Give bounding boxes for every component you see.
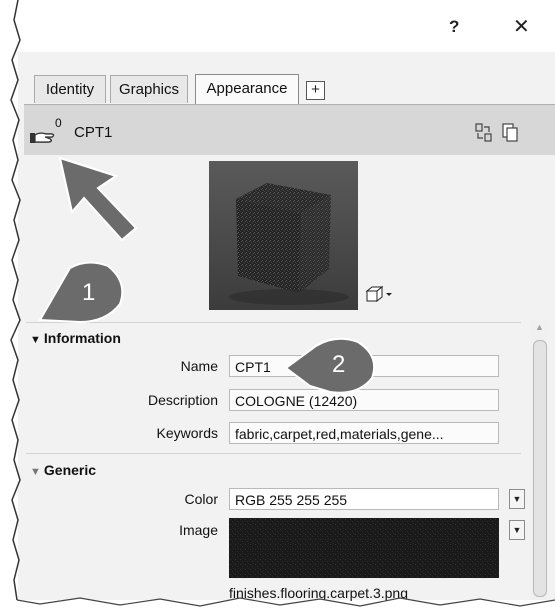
- material-preview-thumbnail: [209, 161, 358, 310]
- tab-graphics[interactable]: Graphics: [110, 75, 188, 103]
- tab-appearance[interactable]: Appearance: [195, 74, 299, 104]
- replace-asset-icon[interactable]: [475, 123, 492, 142]
- section-divider: [26, 453, 521, 454]
- title-bar: [18, 0, 555, 52]
- help-button[interactable]: ?: [449, 17, 459, 37]
- asset-name: CPT1: [74, 124, 113, 141]
- preview-options-cube-icon[interactable]: [364, 284, 394, 304]
- information-title: Information: [43, 330, 121, 346]
- image-dropdown-button[interactable]: ▼: [509, 520, 525, 540]
- image-label: Image: [179, 522, 218, 538]
- name-field[interactable]: CPT1: [229, 355, 499, 377]
- callout-number-1: 1: [82, 279, 96, 306]
- duplicate-asset-icon[interactable]: [502, 123, 519, 142]
- add-tab-button[interactable]: +: [306, 81, 325, 100]
- close-button[interactable]: ✕: [513, 14, 530, 39]
- hand-icon: [30, 132, 55, 143]
- color-label: Color: [184, 491, 218, 507]
- description-field[interactable]: COLOGNE (12420): [229, 389, 499, 411]
- keywords-field[interactable]: fabric,carpet,red,materials,gene...: [229, 422, 499, 444]
- tab-identity[interactable]: Identity: [34, 75, 106, 103]
- image-filename[interactable]: finishes.flooring.carpet.3.png: [229, 585, 408, 601]
- callout-number-2: 2: [332, 351, 346, 378]
- name-label: Name: [180, 358, 218, 374]
- section-divider: [26, 322, 521, 323]
- color-field[interactable]: RGB 255 255 255: [229, 488, 499, 510]
- generic-title: Generic: [43, 462, 97, 478]
- collapse-triangle-icon: ▼: [30, 466, 41, 478]
- image-swatch[interactable]: [229, 518, 499, 578]
- keywords-label: Keywords: [156, 425, 218, 441]
- asset-user-count: 0: [55, 116, 62, 130]
- color-dropdown-button[interactable]: ▼: [509, 489, 525, 509]
- scroll-up-arrow-icon[interactable]: ▲: [535, 322, 544, 332]
- collapse-triangle-icon: ▼: [30, 334, 41, 346]
- description-label: Description: [147, 392, 218, 408]
- scrollbar-thumb[interactable]: [533, 340, 547, 597]
- generic-section-header[interactable]: ▼ Generic: [30, 462, 96, 478]
- information-section-header[interactable]: ▼ Information: [30, 330, 121, 346]
